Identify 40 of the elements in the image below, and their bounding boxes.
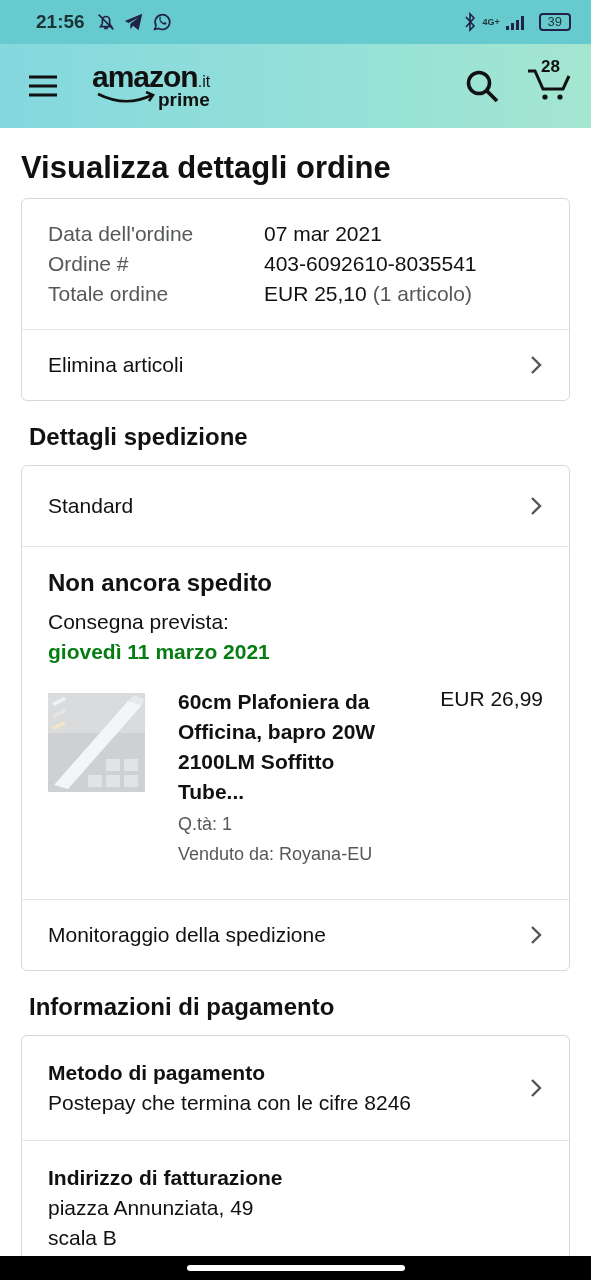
summary-label: Totale ordine xyxy=(48,281,170,307)
product-title[interactable]: 60cm Plafoniera da Officina, bapro 20W 2100LM Soffitto Tube... xyxy=(178,687,403,807)
summary-value: 403-6092610-8035541 xyxy=(264,251,478,277)
chevron-right-icon xyxy=(529,495,543,517)
chevron-right-icon[interactable] xyxy=(529,1077,543,1099)
cart-count: 28 xyxy=(541,57,560,77)
logo-wordmark[interactable]: amazon xyxy=(92,63,198,90)
shipment-status: Non ancora spedito xyxy=(48,569,274,597)
section-heading: Informazioni di pagamento xyxy=(29,993,336,1021)
menu-icon[interactable] xyxy=(28,74,58,98)
logo-domain: .it xyxy=(197,71,211,92)
payment-section-title: Indirizzo di fatturazione xyxy=(48,1165,283,1191)
page-title: Visualizza dettagli ordine xyxy=(21,150,392,186)
delivery-label: Consegna prevista: xyxy=(48,609,230,635)
shipping-method-row[interactable]: Standard xyxy=(22,466,569,546)
payment-detail: piazza Annunziata, 49 xyxy=(48,1195,255,1221)
clock-time: 21:56 xyxy=(36,11,85,33)
product-price: EUR 26,99 xyxy=(440,687,543,712)
search-icon[interactable] xyxy=(465,69,499,103)
delivery-date: giovedì 11 marzo 2021 xyxy=(48,639,271,665)
signal-icon xyxy=(504,13,527,31)
product-quantity: Q.tà: 1 xyxy=(178,813,234,836)
summary-value: EUR 25,10 (1 articolo) xyxy=(264,281,473,307)
chevron-right-icon xyxy=(529,354,543,376)
prime-label: prime xyxy=(158,90,210,109)
network-label: 4G+ xyxy=(482,17,499,27)
smile-arrow-icon xyxy=(96,90,156,105)
product-seller: Venduto da: Royana-EU xyxy=(178,843,374,866)
section-heading: Dettagli spedizione xyxy=(29,423,249,451)
payment-detail: scala B xyxy=(48,1225,118,1251)
payment-section-title: Metodo di pagamento xyxy=(48,1060,266,1086)
summary-label: Data dell'ordine xyxy=(48,221,195,247)
bluetooth-icon xyxy=(462,11,477,33)
chevron-right-icon xyxy=(529,924,543,946)
battery-level: 39 xyxy=(538,13,571,31)
summary-value: 07 mar 2021 xyxy=(264,221,383,247)
summary-label: Ordine # xyxy=(48,251,130,277)
tracking-row[interactable]: Monitoraggio della spedizione xyxy=(22,899,569,970)
delete-items-row[interactable]: Elimina articoli xyxy=(22,329,569,400)
payment-detail: Postepay che termina con le cifre 8246 xyxy=(48,1090,412,1116)
